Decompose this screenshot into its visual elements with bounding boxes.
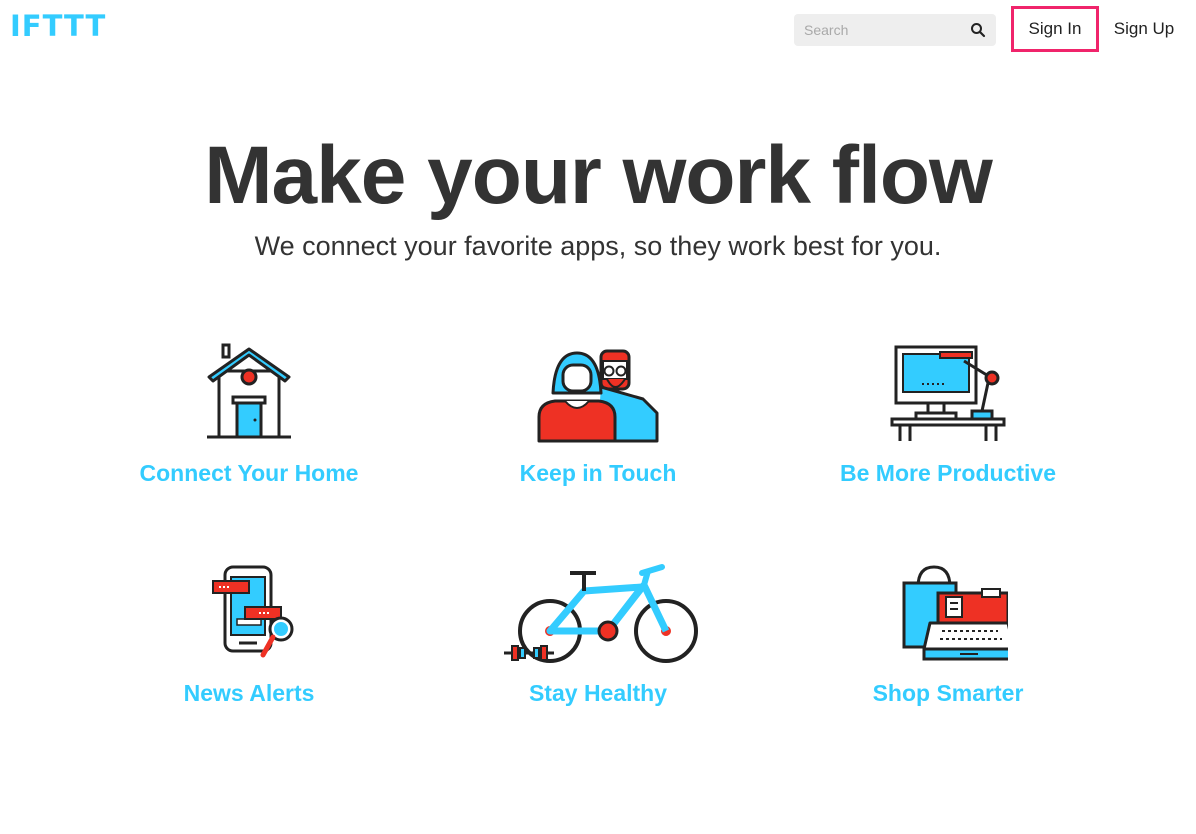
search-icon[interactable] xyxy=(970,22,986,38)
sign-in-button[interactable]: Sign In xyxy=(1011,6,1099,52)
bicycle-icon xyxy=(504,564,698,663)
phone-news-icon xyxy=(212,565,294,658)
page-subtitle: We connect your favorite apps, so they w… xyxy=(254,231,942,261)
top-nav: IFTTT Sign In Sign Up xyxy=(0,0,1196,60)
page-title: Make your work flow xyxy=(204,130,993,221)
category-label[interactable]: Shop Smarter xyxy=(788,680,1108,707)
category-label[interactable]: Be More Productive xyxy=(788,460,1108,487)
category-label[interactable]: Stay Healthy xyxy=(438,680,758,707)
ifttt-logo[interactable]: IFTTT xyxy=(10,10,106,42)
search-box[interactable] xyxy=(794,14,996,46)
shopping-register-icon xyxy=(902,565,1008,661)
category-label[interactable]: News Alerts xyxy=(89,680,409,707)
people-icon xyxy=(537,349,659,443)
search-input[interactable] xyxy=(794,14,964,46)
house-icon xyxy=(207,343,291,439)
category-label[interactable]: Keep in Touch xyxy=(438,460,758,487)
category-label[interactable]: Connect Your Home xyxy=(89,460,409,487)
desk-computer-icon xyxy=(890,345,1006,441)
sign-up-button[interactable]: Sign Up xyxy=(1104,6,1184,52)
